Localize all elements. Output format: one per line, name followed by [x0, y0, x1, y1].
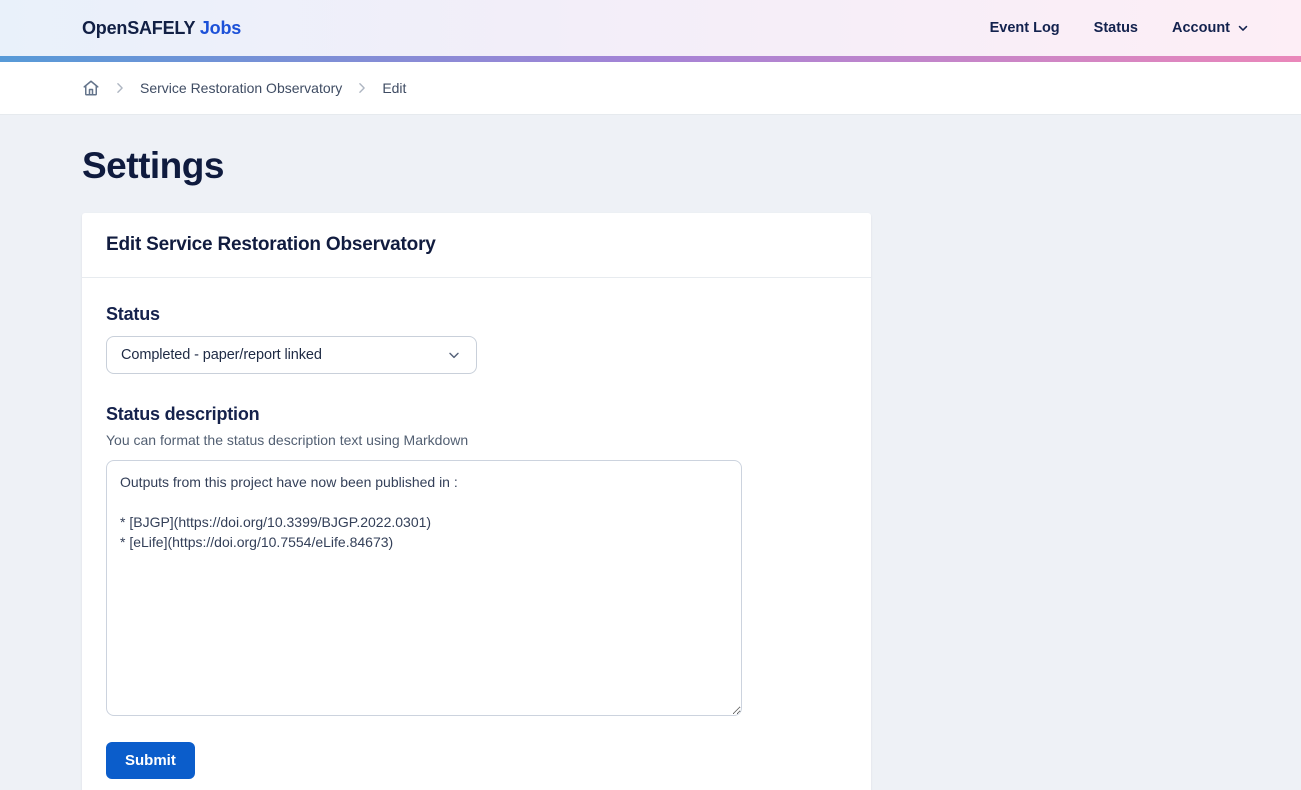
nav-account-menu[interactable]: Account — [1172, 20, 1250, 36]
status-select[interactable]: Completed - paper/report linked — [106, 336, 477, 374]
breadcrumb: Service Restoration Observatory Edit — [82, 79, 406, 97]
nav-status-label: Status — [1094, 20, 1138, 36]
status-select-value: Completed - paper/report linked — [121, 347, 322, 363]
breadcrumb-bar: Service Restoration Observatory Edit — [0, 62, 1301, 115]
brand-name-primary: OpenSAFELY — [82, 18, 195, 38]
description-field-help: You can format the status description te… — [106, 432, 847, 448]
card-header: Edit Service Restoration Observatory — [82, 213, 871, 278]
status-description-textarea[interactable]: Outputs from this project have now been … — [106, 460, 742, 716]
status-field-label: Status — [106, 304, 847, 325]
home-icon[interactable] — [82, 79, 100, 97]
chevron-down-icon — [446, 347, 462, 363]
status-field-group: Status Completed - paper/report linked — [106, 304, 847, 374]
brand-name-secondary: Jobs — [200, 18, 241, 38]
description-field-label: Status description — [106, 404, 847, 425]
chevron-down-icon — [1236, 21, 1250, 35]
nav-status[interactable]: Status — [1094, 20, 1138, 36]
nav-event-log[interactable]: Event Log — [990, 20, 1060, 36]
breadcrumb-item-project[interactable]: Service Restoration Observatory — [140, 80, 342, 96]
site-header: OpenSAFELY Jobs Event Log Status Account — [0, 0, 1301, 56]
main-content: Settings Edit Service Restoration Observ… — [0, 115, 1301, 790]
card-title: Edit Service Restoration Observatory — [106, 234, 847, 256]
nav-account-label: Account — [1172, 20, 1230, 36]
chevron-right-icon — [113, 81, 127, 95]
description-field-group: Status description You can format the st… — [106, 404, 847, 716]
top-nav: Event Log Status Account — [990, 20, 1250, 36]
edit-project-card: Edit Service Restoration Observatory Sta… — [82, 213, 871, 790]
nav-event-log-label: Event Log — [990, 20, 1060, 36]
submit-button[interactable]: Submit — [106, 742, 195, 779]
page-title: Settings — [82, 145, 1301, 187]
brand-logo[interactable]: OpenSAFELY Jobs — [82, 18, 241, 39]
chevron-right-icon — [355, 81, 369, 95]
breadcrumb-item-edit[interactable]: Edit — [382, 80, 406, 96]
card-body: Status Completed - paper/report linked S… — [82, 278, 871, 790]
